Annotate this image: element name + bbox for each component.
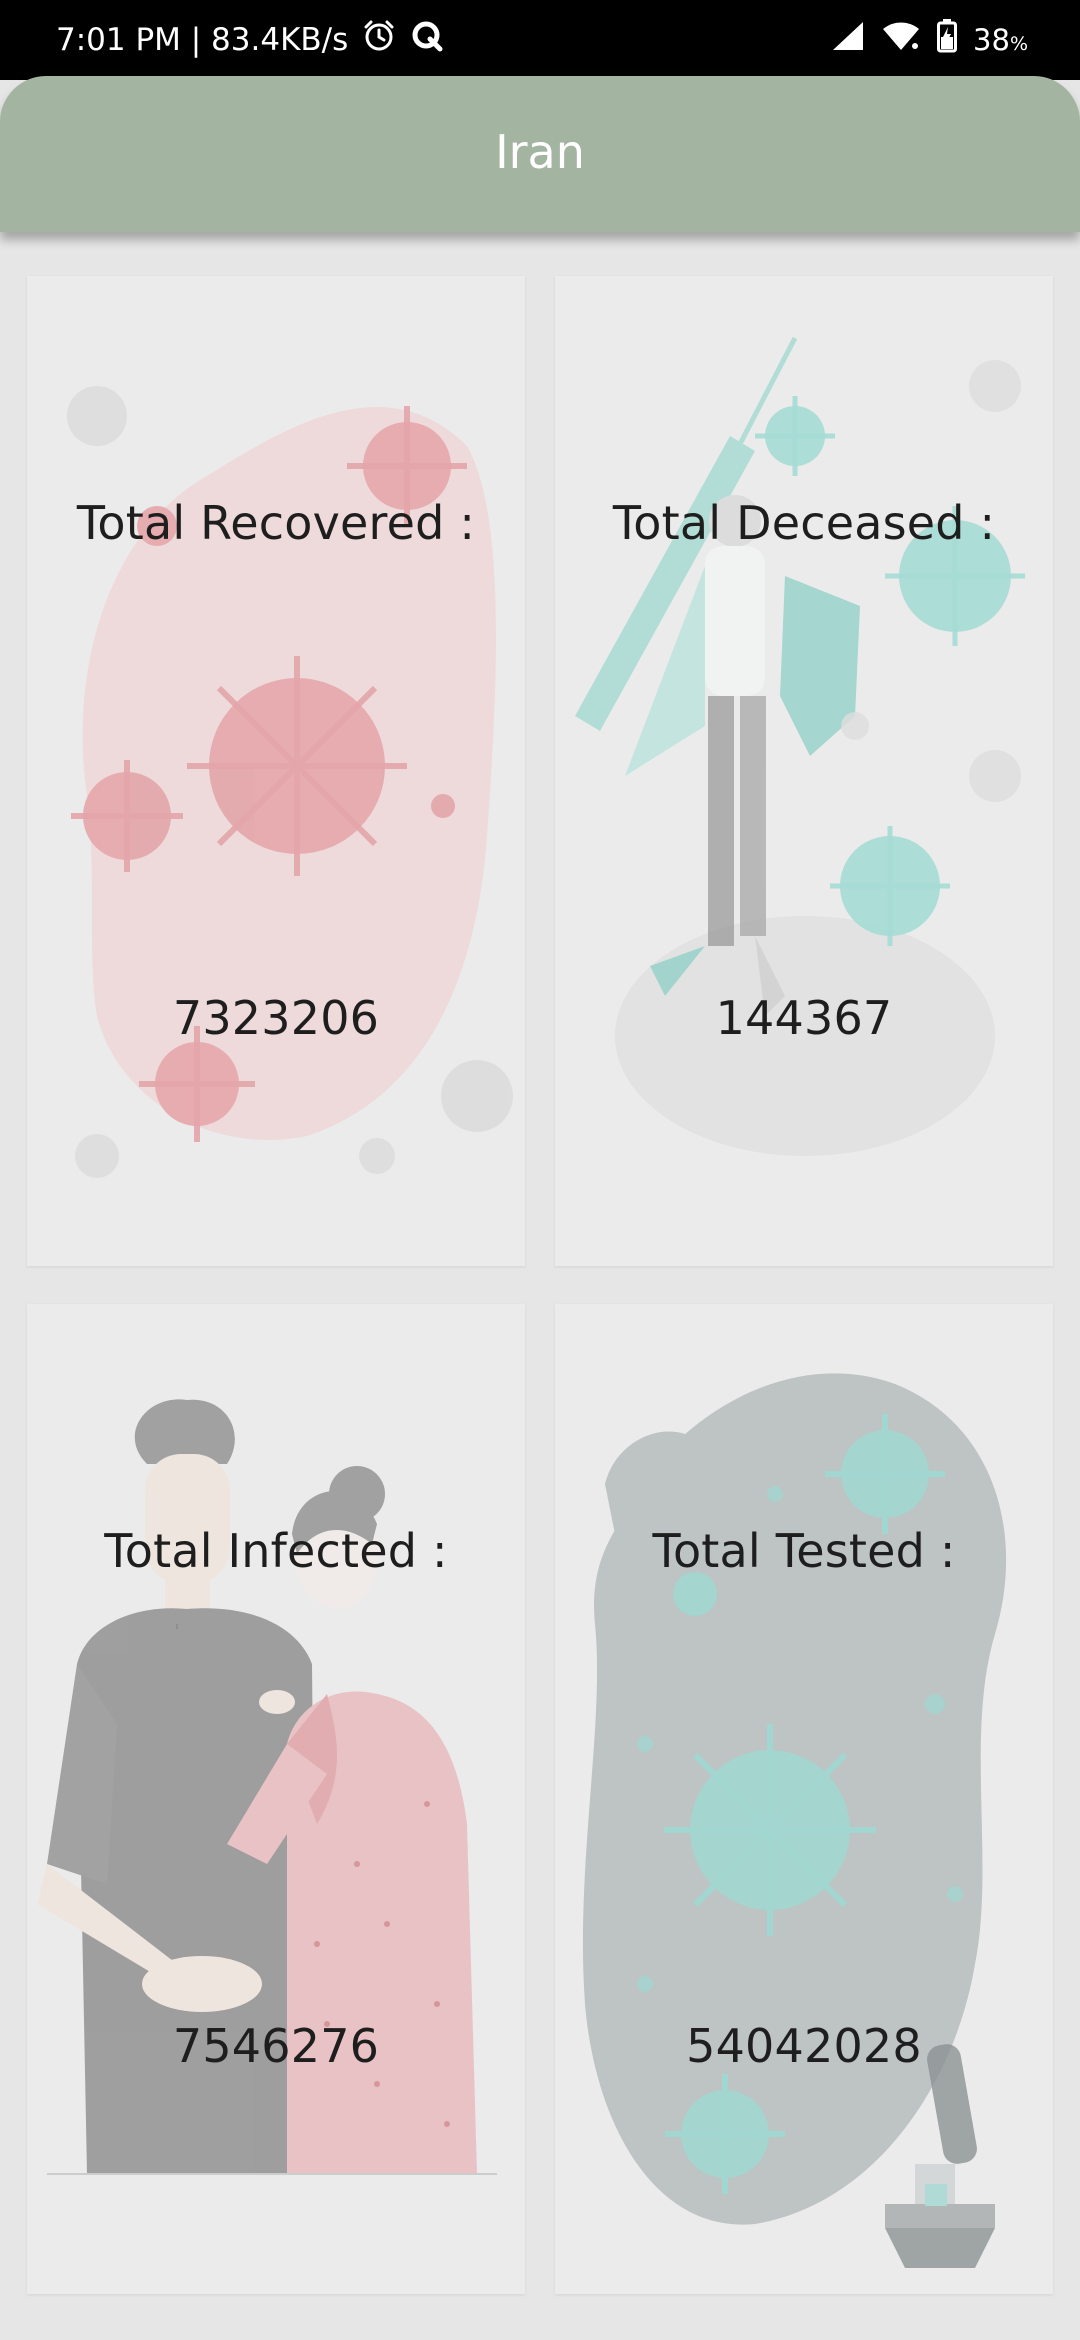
status-time-speed: 7:01 PM | 83.4KB/s (56, 22, 349, 58)
card-label-deceased: Total Deceased : (612, 496, 996, 550)
alarm-icon (362, 19, 396, 61)
card-value-infected: 7546276 (172, 2019, 380, 2073)
battery-percent-value: 38 (973, 23, 1010, 57)
wifi-icon (881, 20, 921, 60)
card-label-recovered: Total Recovered : (76, 496, 476, 550)
app-bar: Iran (0, 76, 1080, 232)
page-title: Iran (495, 125, 585, 179)
battery-icon (937, 19, 958, 61)
card-total-recovered[interactable]: Total Recovered : 7323206 (27, 276, 525, 1266)
coughing-people-illustration (37, 1399, 497, 2175)
battery-percent-unit: % (1009, 33, 1028, 55)
card-total-deceased[interactable]: Total Deceased : 144367 (555, 276, 1053, 1266)
card-value-deceased: 144367 (715, 991, 893, 1045)
q-app-icon (410, 19, 444, 61)
battery-percent: 38% (973, 23, 1028, 57)
card-total-tested[interactable]: Total Tested : 54042028 (555, 1304, 1053, 2294)
card-value-tested: 54042028 (686, 2019, 922, 2073)
red-virus-illustration (67, 386, 513, 1178)
card-label-infected: Total Infected : (104, 1524, 448, 1578)
doctor-with-syringe-illustration (575, 336, 1025, 1156)
card-label-tested: Total Tested : (652, 1524, 956, 1578)
virus-blob-microscope-illustration (582, 1373, 1007, 2268)
signal-icon (831, 20, 865, 60)
card-total-infected[interactable]: Total Infected : 7546276 (27, 1304, 525, 2294)
status-right: 38% (831, 19, 1028, 61)
status-bar: 7:01 PM | 83.4KB/s 38% (0, 0, 1080, 80)
card-value-recovered: 7323206 (172, 991, 380, 1045)
status-left: 7:01 PM | 83.4KB/s (56, 19, 444, 61)
